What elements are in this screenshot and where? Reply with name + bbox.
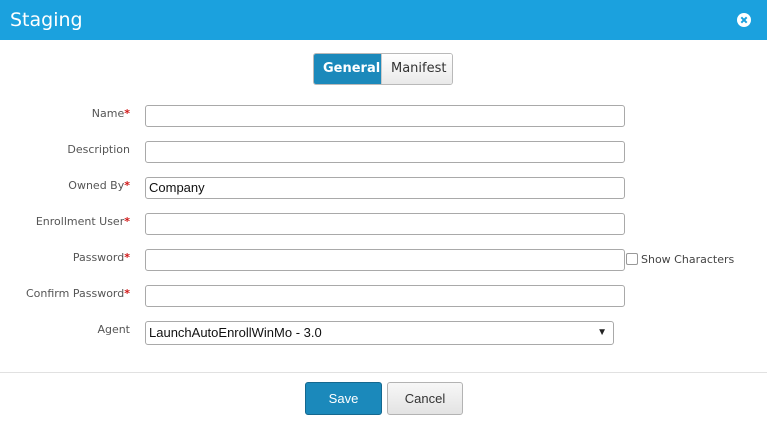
- enrollment-user-row: Enrollment User*: [0, 213, 767, 235]
- tab-general[interactable]: General: [314, 54, 381, 84]
- password-label: Password*: [72, 251, 130, 264]
- agent-selected-value: LaunchAutoEnrollWinMo - 3.0: [149, 325, 322, 340]
- agent-label: Agent: [97, 323, 130, 336]
- required-marker: *: [124, 107, 130, 120]
- dropdown-arrow-icon: ▼: [597, 327, 607, 338]
- confirm-password-label: Confirm Password*: [26, 287, 130, 300]
- name-input[interactable]: [145, 105, 625, 127]
- agent-row: Agent LaunchAutoEnrollWinMo - 3.0 ▼: [0, 321, 767, 345]
- tab-manifest[interactable]: Manifest: [381, 54, 452, 84]
- owned-by-row: Owned By*: [0, 177, 767, 199]
- dialog-title: Staging: [10, 9, 83, 31]
- footer-divider: [0, 372, 767, 373]
- name-row: Name*: [0, 105, 767, 127]
- dialog-header: Staging: [0, 0, 767, 40]
- required-marker: *: [124, 215, 130, 228]
- tab-group: General Manifest: [313, 53, 453, 85]
- cancel-button[interactable]: Cancel: [387, 382, 463, 415]
- owned-by-label: Owned By*: [68, 179, 130, 192]
- show-characters-checkbox[interactable]: [626, 253, 638, 265]
- name-label: Name*: [91, 107, 130, 120]
- password-row: Password* Show Characters: [0, 249, 767, 271]
- enrollment-user-label: Enrollment User*: [35, 215, 130, 228]
- enrollment-user-input[interactable]: [145, 213, 625, 235]
- required-marker: *: [124, 251, 130, 264]
- owned-by-input[interactable]: [145, 177, 625, 199]
- description-label: Description: [67, 143, 130, 156]
- required-marker: *: [124, 287, 130, 300]
- show-characters-label: Show Characters: [641, 253, 735, 266]
- agent-select[interactable]: LaunchAutoEnrollWinMo - 3.0 ▼: [145, 321, 614, 345]
- description-row: Description: [0, 141, 767, 163]
- confirm-password-input[interactable]: [145, 285, 625, 307]
- password-input[interactable]: [145, 249, 625, 271]
- required-marker: *: [124, 179, 130, 192]
- description-input[interactable]: [145, 141, 625, 163]
- close-icon[interactable]: [737, 13, 751, 27]
- confirm-password-row: Confirm Password*: [0, 285, 767, 307]
- show-characters-toggle[interactable]: Show Characters: [626, 253, 734, 266]
- save-button[interactable]: Save: [305, 382, 382, 415]
